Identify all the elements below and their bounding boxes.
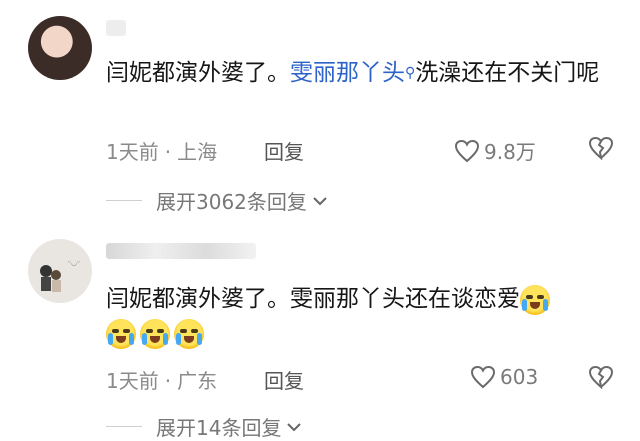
avatar[interactable]: [28, 16, 92, 80]
comment-location: 上海: [177, 140, 218, 164]
reply-button[interactable]: 回复: [264, 136, 304, 165]
comment-time: 1天前: [106, 140, 159, 164]
username-redacted[interactable]: [106, 20, 126, 36]
expand-replies[interactable]: 展开3062条回复: [106, 186, 329, 215]
username-redacted[interactable]: [106, 243, 256, 259]
like-button[interactable]: 9.8万: [454, 136, 536, 165]
crying-laughing-emoji: [106, 318, 136, 349]
broken-heart-icon: [588, 365, 614, 390]
broken-heart-icon: [588, 136, 614, 161]
heart-icon: [470, 365, 496, 389]
like-button[interactable]: 603: [470, 365, 538, 389]
comment-item: ᵕ◡ᵕ 闫妮都演外婆了。雯丽那丫头还在谈恋爱 1天前 · 广东 回复 603 展开1…: [0, 228, 640, 440]
comment-location: 广东: [177, 369, 218, 393]
reply-button[interactable]: 回复: [264, 365, 304, 394]
crying-laughing-emoji: [174, 318, 204, 349]
like-count: 9.8万: [484, 140, 536, 164]
chevron-down-icon: [313, 196, 327, 205]
divider: [106, 200, 142, 201]
search-icon[interactable]: ⚲: [405, 65, 415, 81]
comment-text-pre: 闫妮都演外婆了。: [106, 60, 290, 86]
comment-meta: 1天前 · 上海 回复: [106, 136, 304, 165]
crying-laughing-emoji: [140, 318, 170, 349]
comment-text: 闫妮都演外婆了。雯丽那丫头还在谈恋爱: [106, 282, 616, 350]
comment-text: 闫妮都演外婆了。雯丽那丫头⚲洗澡还在不关门呢: [106, 56, 616, 90]
comment-meta: 1天前 · 广东 回复: [106, 365, 304, 394]
comment-text-post: 洗澡还在不关门呢: [415, 60, 600, 86]
avatar[interactable]: ᵕ◡ᵕ: [28, 239, 92, 303]
comment-text-main: 闫妮都演外婆了。雯丽那丫头还在谈恋爱: [106, 286, 520, 312]
chevron-down-icon: [287, 422, 302, 431]
like-count: 603: [500, 365, 539, 389]
dislike-button[interactable]: [588, 365, 614, 393]
crying-laughing-emoji: [520, 284, 550, 315]
search-link[interactable]: 雯丽那丫头: [290, 60, 405, 86]
avatar-illustration: ᵕ◡ᵕ: [40, 259, 80, 292]
divider: [106, 426, 142, 427]
comment-item: 闫妮都演外婆了。雯丽那丫头⚲洗澡还在不关门呢 1天前 · 上海 回复 9.8万 展开…: [0, 0, 640, 220]
comment-time: 1天前: [106, 369, 159, 393]
dislike-button[interactable]: [588, 136, 614, 164]
expand-label: 展开3062条回复: [156, 190, 307, 214]
heart-icon: [454, 139, 480, 162]
svg-text:ᵕ◡ᵕ: ᵕ◡ᵕ: [68, 259, 80, 267]
